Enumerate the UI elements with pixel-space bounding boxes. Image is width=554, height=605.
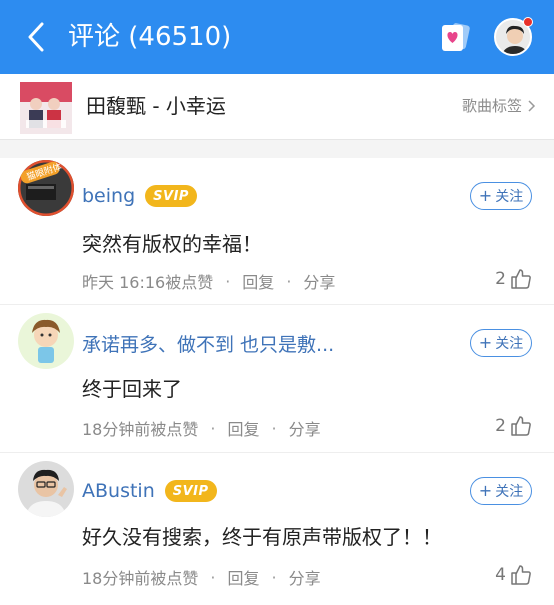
share-button[interactable]: 分享 — [289, 565, 321, 589]
plus-icon: + — [478, 333, 493, 352]
chevron-right-icon — [528, 100, 536, 112]
comment-item: ABustin SVIP + 关注 好久没有搜索，终于有原声带版权了！！ 18分钟… — [0, 452, 554, 605]
separator: · — [286, 271, 292, 291]
username[interactable]: being — [82, 185, 135, 207]
avatar[interactable]: 猫眼附体 — [18, 160, 74, 216]
separator: · — [210, 567, 216, 587]
comment-text: 终于回来了 — [82, 377, 182, 401]
comment-header: ABustin SVIP — [82, 477, 217, 505]
username[interactable]: ABustin — [82, 480, 155, 502]
like-count: 4 — [495, 565, 506, 585]
like-count: 2 — [495, 416, 506, 436]
song-tag-button[interactable]: 歌曲标签 — [462, 94, 536, 118]
page-title: 评论 (46510) — [68, 22, 232, 52]
back-arrow-icon — [28, 22, 44, 52]
comment-item: 猫眼附体 being SVIP + 关注 突然有版权的幸福！ 昨天 16:16被点… — [0, 158, 554, 304]
card-heart-icon — [442, 23, 470, 51]
share-button[interactable]: 分享 — [289, 416, 321, 440]
comment-meta: 18分钟前被点赞 · 回复 · 分享 — [82, 416, 321, 440]
username[interactable]: 承诺再多、做不到 也只是敷... — [82, 330, 334, 357]
song-tag-label: 歌曲标签 — [461, 97, 522, 115]
like-count: 2 — [495, 269, 506, 289]
comment-time: 昨天 16:16被点赞 — [82, 273, 214, 292]
svip-badge: SVIP — [145, 185, 197, 207]
separator: · — [210, 418, 216, 438]
back-button[interactable] — [20, 20, 54, 54]
notification-dot — [523, 17, 533, 27]
avatar-image — [18, 461, 74, 517]
plus-icon: + — [478, 186, 493, 205]
reply-button[interactable]: 回复 — [227, 416, 259, 440]
card-heart-button[interactable] — [438, 20, 472, 54]
reply-button[interactable]: 回复 — [242, 269, 274, 293]
plus-icon: + — [478, 481, 493, 500]
avatar[interactable] — [18, 461, 74, 517]
follow-label: 关注 — [495, 336, 524, 352]
separator: · — [271, 567, 277, 587]
separator: · — [271, 418, 277, 438]
reply-button[interactable]: 回复 — [227, 565, 259, 589]
follow-label: 关注 — [495, 484, 524, 500]
comment-time: 18分钟前被点赞 — [82, 569, 199, 588]
like-button[interactable]: 2 — [495, 268, 532, 290]
comment-header: 承诺再多、做不到 也只是敷... — [82, 329, 334, 357]
like-button[interactable]: 2 — [495, 415, 532, 437]
follow-label: 关注 — [495, 189, 524, 205]
song-title: 田馥甄 - 小幸运 — [86, 94, 226, 118]
comment-time: 18分钟前被点赞 — [82, 420, 199, 439]
avatar-image: 猫眼附体 — [18, 160, 74, 216]
comment-header: being SVIP — [82, 182, 197, 210]
comment-item: 承诺再多、做不到 也只是敷... + 关注 终于回来了 18分钟前被点赞 · 回复… — [0, 304, 554, 452]
thumb-up-icon — [511, 565, 531, 585]
top-bar: 评论 (46510) — [0, 0, 554, 74]
section-divider — [0, 140, 554, 158]
comment-meta: 昨天 16:16被点赞 · 回复 · 分享 — [82, 269, 335, 293]
song-info-row[interactable]: 田馥甄 - 小幸运 歌曲标签 — [0, 74, 554, 140]
follow-button[interactable]: + 关注 — [470, 182, 532, 210]
separator: · — [225, 271, 231, 291]
follow-button[interactable]: + 关注 — [470, 329, 532, 357]
thumb-up-icon — [511, 269, 531, 289]
follow-button[interactable]: + 关注 — [470, 477, 532, 505]
thumb-up-icon — [511, 416, 531, 436]
comment-text: 好久没有搜索，终于有原声带版权了！！ — [82, 525, 442, 549]
comment-meta: 18分钟前被点赞 · 回复 · 分享 — [82, 565, 321, 589]
like-button[interactable]: 4 — [495, 564, 532, 586]
album-cover — [20, 82, 72, 134]
user-profile-button[interactable] — [494, 17, 533, 56]
comment-text: 突然有版权的幸福！ — [82, 232, 262, 256]
share-button[interactable]: 分享 — [303, 269, 335, 293]
avatar-image — [18, 313, 74, 369]
avatar[interactable] — [18, 313, 74, 369]
svip-badge: SVIP — [164, 480, 217, 502]
